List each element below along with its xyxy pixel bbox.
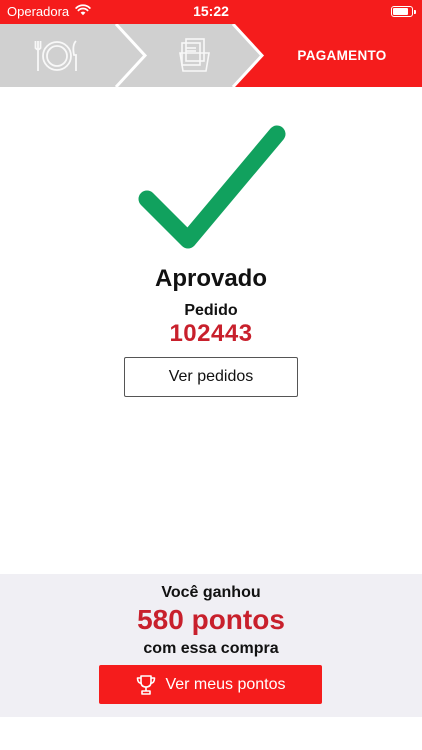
view-orders-button[interactable]: Ver pedidos <box>124 357 298 397</box>
view-my-points-button[interactable]: Ver meus pontos <box>99 665 322 704</box>
order-number: 102443 <box>169 320 253 347</box>
status-time: 15:22 <box>193 3 229 19</box>
battery-icon <box>391 6 416 17</box>
documents-icon <box>178 37 212 78</box>
checkmark-icon <box>130 117 295 262</box>
battery-level <box>393 8 409 15</box>
step-payment-label: PAGAMENTO <box>297 48 387 63</box>
view-my-points-label: Ver meus pontos <box>165 675 286 693</box>
points-value: 580 pontos <box>137 604 285 635</box>
points-suffix: com essa compra <box>143 640 279 657</box>
checkout-steps: PAGAMENTO <box>0 24 422 87</box>
approved-title: Aprovado <box>154 265 267 292</box>
trophy-icon <box>135 674 157 696</box>
cutlery-plate-icon <box>34 37 80 80</box>
status-bar: Operadora 15:22 <box>0 0 422 24</box>
points-panel: Você ganhou 580 pontos com essa compra V… <box>0 574 422 717</box>
order-label: Pedido <box>184 302 238 319</box>
points-intro: Você ganhou <box>161 584 261 601</box>
